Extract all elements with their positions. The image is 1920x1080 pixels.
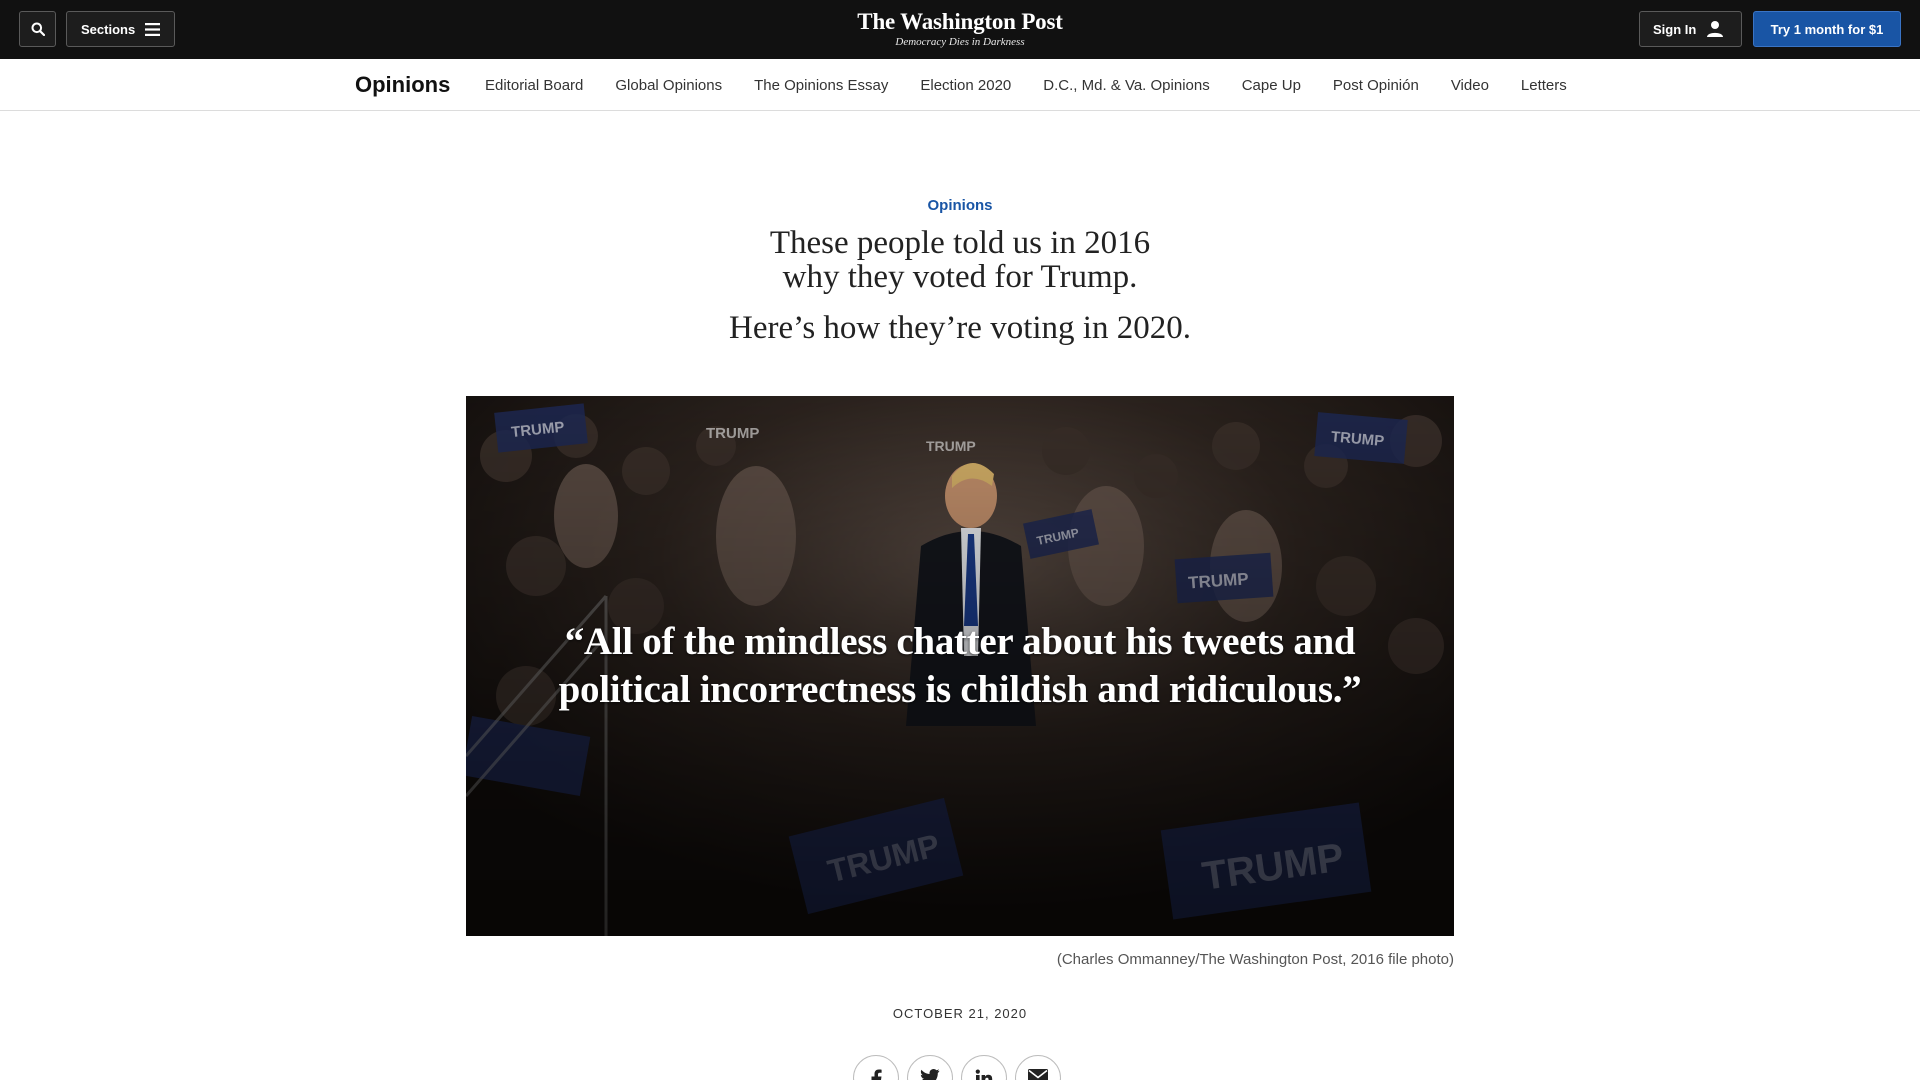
- share-twitter-button[interactable]: [907, 1055, 953, 1080]
- hero-quote-line-1: “All of the mindless chatter about his t…: [564, 620, 1356, 663]
- section-title[interactable]: Opinions: [355, 72, 450, 98]
- nav-link-election-2020[interactable]: Election 2020: [920, 77, 1011, 94]
- nav-link-post-opinion[interactable]: Post Opinión: [1333, 77, 1419, 94]
- photo-credit: (Charles Ommanney/The Washington Post, 2…: [1056, 951, 1454, 968]
- hero-image: TRUMP TRUMP TRUMP TRUMP TRUMP TRUMP TRUM…: [466, 396, 1454, 936]
- top-bar: Sections The Washington Post Democracy D…: [0, 0, 1920, 59]
- section-nav: Opinions Editorial Board Global Opinions…: [0, 59, 1920, 111]
- twitter-icon: [920, 1069, 940, 1080]
- sign-in-label: Sign In: [1653, 21, 1697, 37]
- sections-label: Sections: [81, 21, 136, 37]
- sign-in-button[interactable]: Sign In: [1639, 11, 1742, 47]
- user-icon: [1707, 21, 1724, 37]
- facebook-icon: [871, 1069, 882, 1080]
- share-bar: [853, 1055, 1061, 1080]
- search-button[interactable]: [19, 11, 56, 47]
- hero-quote: “All of the mindless chatter about his t…: [526, 618, 1394, 714]
- section-links: Editorial Board Global Opinions The Opin…: [485, 59, 1567, 111]
- nav-link-dc-md-va-opinions[interactable]: D.C., Md. & Va. Opinions: [1043, 77, 1209, 94]
- email-icon: [1028, 1069, 1048, 1080]
- search-icon: [31, 22, 45, 36]
- logo-name: The Washington Post: [857, 9, 1063, 34]
- article-kicker[interactable]: Opinions: [760, 197, 1160, 214]
- nav-link-opinions-essay[interactable]: The Opinions Essay: [754, 77, 888, 94]
- hero-quote-line-2: political incorrectness is childish and …: [558, 668, 1362, 711]
- nav-link-letters[interactable]: Letters: [1521, 77, 1567, 94]
- headline-line-2: why they voted for Trump.: [782, 259, 1138, 295]
- sections-button[interactable]: Sections: [66, 11, 175, 47]
- site-logo[interactable]: The Washington Post Democracy Dies in Da…: [760, 8, 1160, 48]
- share-email-button[interactable]: [1015, 1055, 1061, 1080]
- nav-link-editorial-board[interactable]: Editorial Board: [485, 77, 583, 94]
- share-linkedin-button[interactable]: [961, 1055, 1007, 1080]
- article-headline: These people told us in 2016 why they vo…: [560, 226, 1360, 294]
- subscribe-button[interactable]: Try 1 month for $1: [1753, 11, 1901, 47]
- nav-link-global-opinions[interactable]: Global Opinions: [615, 77, 722, 94]
- nav-link-video[interactable]: Video: [1451, 77, 1489, 94]
- article-dek: Here’s how they’re voting in 2020.: [729, 310, 1191, 346]
- nav-link-cape-up[interactable]: Cape Up: [1242, 77, 1301, 94]
- article-date: OCTOBER 21, 2020: [892, 1006, 1028, 1021]
- share-facebook-button[interactable]: [853, 1055, 899, 1080]
- headline-line-1: These people told us in 2016: [769, 225, 1151, 261]
- linkedin-icon: [975, 1069, 993, 1080]
- logo-tagline: Democracy Dies in Darkness: [895, 36, 1025, 48]
- hamburger-menu-icon: [145, 22, 161, 36]
